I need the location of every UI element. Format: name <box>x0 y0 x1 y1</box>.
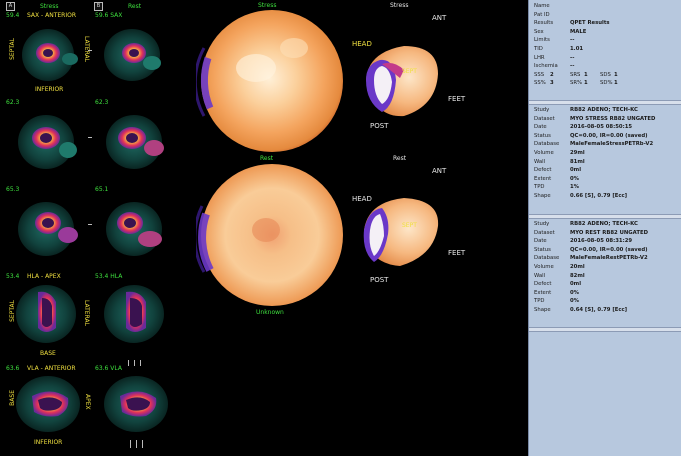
row1-a-number: 59.4 <box>6 12 20 19</box>
polar-rest-title: Rest <box>260 155 274 162</box>
rest-row: Dataset MYO REST RB82 UNGATED <box>534 229 648 236</box>
rest-row: Extent 0% <box>534 289 579 296</box>
rest-3d-surface[interactable] <box>360 194 442 270</box>
stress-row: Database MaleFemaleStressPETRb-V2 <box>534 141 654 148</box>
row5-a-title: VLA - ANTERIOR <box>27 365 76 372</box>
stress-row: Volume 29ml <box>534 149 585 156</box>
row1-a-title: SAX - ANTERIOR <box>27 12 76 19</box>
surface-stress-post: POST <box>370 122 389 130</box>
stress-row: Study RB82 ADENO; TECH-KC <box>534 107 638 113</box>
stress-row: Wall 81ml <box>534 158 585 165</box>
rest-column-label: Rest <box>128 3 142 10</box>
row4-b-number: 53.4 HLA <box>95 273 123 280</box>
row5-bottom-label: INFERIOR <box>34 439 63 446</box>
stress-slice-row2[interactable] <box>4 106 88 188</box>
row4-b-right-side: LATERAL <box>83 300 90 326</box>
info-row-patid: Pat ID <box>534 11 550 18</box>
stress-row: Shape 0.66 [S], 0.79 [Ecc] <box>534 192 628 199</box>
row1-b-right-side: LATERAL <box>83 36 90 62</box>
crosshair-tick <box>134 360 135 366</box>
crosshair-tick <box>128 360 129 366</box>
rest-row: Date 2016-08-05 08:31:29 <box>534 238 633 245</box>
rest-row: Volume 20ml <box>534 263 585 270</box>
rest-row: Status QC=0.00, IR=0.00 (saved) <box>534 246 648 253</box>
rest-row: Wall 82ml <box>534 272 585 279</box>
row2-a-number: 62.3 <box>6 99 20 106</box>
row5-a-left-side: BASE <box>9 390 16 406</box>
polar-bottom-label: Unknown <box>256 309 284 316</box>
rest-slice-row5[interactable] <box>92 372 176 454</box>
crosshair-tick <box>136 440 137 448</box>
surface-stress-title: Stress <box>390 2 409 9</box>
info-row-results: Results QPET Results <box>534 20 610 27</box>
row1-bottom-label: INFERIOR <box>35 86 64 93</box>
scores-row-1: SSS 2 SRS 1 SDS 1 <box>534 71 618 78</box>
row2-b-number: 62.3 <box>95 99 109 106</box>
row1-b-number: 59.6 SAX <box>95 12 123 19</box>
stress-row: Dataset MYO STRESS RB82 UNGATED <box>534 115 656 122</box>
row3-a-number: 65.3 <box>6 186 20 193</box>
stress-row: Extent 0% <box>534 175 579 182</box>
rest-slice-row1[interactable] <box>92 19 176 101</box>
surface-rest-title: Rest <box>393 155 407 162</box>
crosshair-tick <box>140 360 141 366</box>
crosshair-tick <box>88 137 92 138</box>
rest-row: Shape 0.64 [S], 0.79 [Ecc] <box>534 306 628 313</box>
stress-polar-map[interactable] <box>193 8 348 154</box>
surface-rest-ant: ANT <box>432 167 447 175</box>
row4-a-title: HLA - APEX <box>27 273 61 280</box>
results-panel: Name Pat ID Results QPET Results Sex MALE … <box>528 0 681 456</box>
stress-slice-row3[interactable] <box>4 193 88 275</box>
crosshair-tick <box>88 50 92 51</box>
info-row-name: Name <box>534 3 550 9</box>
rest-row: Defect 0ml <box>534 281 582 288</box>
row5-b-right-side: APEX <box>84 394 91 410</box>
stress-row: TPD 1% <box>534 184 579 191</box>
rest-polar-map[interactable] <box>193 162 348 308</box>
column-a-button[interactable]: A <box>6 2 15 11</box>
info-row-tid: TID 1.01 <box>534 45 584 52</box>
stress-study-section: Study RB82 ADENO; TECH-KC Dataset MYO STRE… <box>532 106 679 201</box>
info-row-sex: Sex MALE <box>534 28 587 35</box>
surface-stress-feet: FEET <box>448 95 466 103</box>
row5-b-number: 63.6 VLA <box>95 365 122 372</box>
patient-info-section: Name Pat ID Results QPET Results Sex MALE … <box>532 2 679 88</box>
column-b-button[interactable]: B <box>94 2 103 11</box>
info-row-lhr: LHR -- <box>534 54 575 61</box>
crosshair-tick <box>88 224 92 225</box>
crosshair-tick <box>142 440 143 448</box>
rest-row: TPD 0% <box>534 298 579 305</box>
row4-bottom-label: BASE <box>40 350 56 357</box>
stress-row: Date 2016-08-05 08:50:15 <box>534 124 633 131</box>
rest-row: Study RB82 ADENO; TECH-KC <box>534 221 638 227</box>
rest-row: Database MaleFemaleRestPETRb-V2 <box>534 255 648 262</box>
row5-a-number: 63.6 <box>6 365 20 372</box>
stress-column-label: Stress <box>40 3 59 10</box>
row3-b-number: 65.1 <box>95 186 109 193</box>
stress-row: Defect 0ml <box>534 167 582 174</box>
row1-a-left-side: SEPTAL <box>9 38 16 60</box>
rest-slice-row3[interactable] <box>92 193 176 275</box>
surface-stress-sept: SEPT <box>402 68 417 75</box>
panel-separator <box>529 327 681 332</box>
stress-3d-surface[interactable] <box>360 40 442 122</box>
row4-a-left-side: SEPTAL <box>9 300 16 322</box>
surface-rest-feet: FEET <box>448 249 466 257</box>
scores-row-2: SS% 3 SR% 1 SD% 1 <box>534 80 618 87</box>
info-row-ischemia: Ischemia -- <box>534 63 575 70</box>
rest-slice-row2[interactable] <box>92 106 176 188</box>
rest-slice-row4[interactable] <box>92 280 176 362</box>
surface-stress-ant: ANT <box>432 14 447 22</box>
surface-rest-sept: SEPT <box>402 222 417 229</box>
panel-separator <box>529 214 681 219</box>
info-row-limits: Limits -- <box>534 37 575 44</box>
panel-separator <box>529 100 681 105</box>
stress-row: Status QC=0.00, IR=0.00 (saved) <box>534 132 648 139</box>
surface-rest-post: POST <box>370 276 389 284</box>
rest-study-section: Study RB82 ADENO; TECH-KC Dataset MYO REST… <box>532 220 679 315</box>
row4-a-number: 53.4 <box>6 273 20 280</box>
crosshair-tick <box>130 440 131 448</box>
